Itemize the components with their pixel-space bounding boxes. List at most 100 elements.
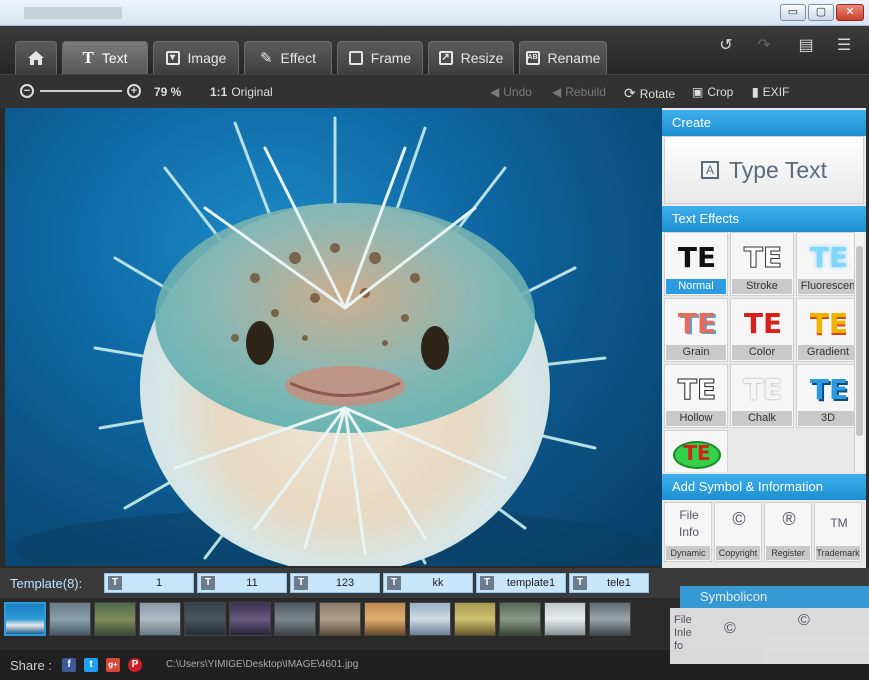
thumbnail[interactable] <box>229 602 271 636</box>
template-item[interactable]: T tele1 <box>569 573 649 593</box>
undo-arrow-icon[interactable]: ↺ <box>708 32 744 60</box>
create-section-header: Create <box>662 110 866 136</box>
share-label: Share : <box>10 658 52 673</box>
facebook-icon[interactable]: f <box>62 658 76 672</box>
effects-scrollbar[interactable] <box>854 232 864 472</box>
rotate-icon: ⟳ <box>624 85 636 101</box>
type-text-icon: A <box>700 161 719 179</box>
tab-image[interactable]: ▾ Image <box>153 41 239 74</box>
feedback-icon[interactable]: ▤ <box>788 32 824 60</box>
thumbnail[interactable] <box>139 602 181 636</box>
file-path: C:\Users\YIMIGE\Desktop\IMAGE\4601.jpg <box>166 659 359 670</box>
registered-icon: ® <box>782 509 796 529</box>
effect-preview: TE <box>743 373 783 406</box>
frame-icon <box>348 51 363 65</box>
effect-stroke[interactable]: TE Stroke <box>730 232 794 296</box>
effect-grain[interactable]: TE Grain <box>664 298 728 362</box>
symbol-trademark[interactable]: TM Trademark <box>814 502 862 562</box>
exif-button[interactable]: ▮ EXIF <box>752 85 789 99</box>
template-text-icon: T <box>108 576 122 590</box>
symbol-copyright[interactable]: © Copyright <box>714 502 762 562</box>
thumbnail[interactable] <box>94 602 136 636</box>
rebuild-icon: ◀ <box>552 85 562 99</box>
google-plus-icon[interactable]: g+ <box>106 658 120 672</box>
template-text-icon: T <box>294 576 308 590</box>
thumbnail[interactable] <box>184 602 226 636</box>
effect-color[interactable]: TE Color <box>730 298 794 362</box>
thumbnail[interactable] <box>274 602 316 636</box>
template-item[interactable]: T kk <box>383 573 473 593</box>
tab-frame[interactable]: Frame <box>337 41 423 74</box>
scrollbar-thumb[interactable] <box>856 246 863 436</box>
tab-home[interactable] <box>15 41 57 74</box>
effect-icon: ✎ <box>259 50 273 67</box>
effect-gradient[interactable]: TE Gradient <box>796 298 860 362</box>
thumbnail[interactable] <box>4 602 46 636</box>
effect-3d[interactable]: TE 3D <box>796 364 860 428</box>
zoom-out-icon[interactable]: − <box>20 84 34 98</box>
symbol-register[interactable]: ® Register <box>764 502 812 562</box>
thumbnail[interactable] <box>454 602 496 636</box>
side-panel: Create A Type Text Text Effects TE Norma… <box>662 108 866 568</box>
zoom-level: 79 % <box>154 85 182 99</box>
pufferfish-photo <box>15 116 655 566</box>
effect-badge[interactable]: TE <box>664 430 728 472</box>
template-item[interactable]: T 123 <box>290 573 380 593</box>
thumbnail[interactable] <box>364 602 406 636</box>
thumbnail[interactable] <box>409 602 451 636</box>
template-text-icon: T <box>573 576 587 590</box>
undo-icon: ◀ <box>490 85 500 99</box>
ghost-body <box>670 608 869 664</box>
effect-normal[interactable]: TE Normal <box>664 232 728 296</box>
image-canvas[interactable] <box>5 108 662 566</box>
effect-preview: TE <box>809 307 849 340</box>
thumbnail[interactable] <box>499 602 541 636</box>
zoom-in-icon[interactable]: + <box>127 84 141 98</box>
template-count-label: Template(8): <box>10 576 83 591</box>
effect-hollow[interactable]: TE Hollow <box>664 364 728 428</box>
twitter-icon[interactable]: t <box>84 658 98 672</box>
home-icon <box>28 51 44 65</box>
ghost-header: Symbolicon <box>680 586 869 608</box>
template-item[interactable]: T template1 <box>476 573 566 593</box>
tab-resize[interactable]: ↗ Resize <box>428 41 514 74</box>
rebuild-button[interactable]: ◀ Rebuild <box>552 85 606 99</box>
ghost-copyright-icon-2: © <box>798 612 810 629</box>
original-size-button[interactable]: 1:1 Original <box>210 85 273 99</box>
crop-button[interactable]: ▣ Crop <box>692 85 733 99</box>
template-item[interactable]: T 11 <box>197 573 287 593</box>
text-icon: T <box>82 48 94 67</box>
app-title-blurred <box>24 7 122 19</box>
thumbnail[interactable] <box>544 602 586 636</box>
undo-button[interactable]: ◀ Undo <box>490 85 532 99</box>
thumbnail[interactable] <box>319 602 361 636</box>
template-item[interactable]: T 1 <box>104 573 194 593</box>
tab-rename[interactable]: AB Rename <box>519 41 607 74</box>
redo-arrow-icon[interactable]: ↷ <box>746 32 782 60</box>
type-text-button[interactable]: A Type Text <box>664 136 864 204</box>
symbol-section-header: Add Symbol & Information <box>662 474 866 500</box>
close-button[interactable]: ✕ <box>836 4 864 21</box>
tab-effect[interactable]: ✎ Effect <box>244 41 332 74</box>
image-icon: ▾ <box>165 51 180 65</box>
minimize-button[interactable]: ▭ <box>780 4 806 21</box>
effect-preview: TE <box>677 307 717 340</box>
template-text-icon: T <box>480 576 494 590</box>
zoom-slider[interactable] <box>40 90 122 92</box>
thumbnail[interactable] <box>49 602 91 636</box>
effect-preview: TE <box>677 373 717 407</box>
effect-fluorescent[interactable]: TE Fluorescen <box>796 232 860 296</box>
effect-preview: TE <box>743 307 783 340</box>
pinterest-icon[interactable]: P <box>128 658 142 672</box>
effect-preview: TE <box>683 441 711 465</box>
symbol-file-info[interactable]: File Info Dynamic <box>664 502 712 562</box>
ghost-file-info: File Inle fo <box>674 614 692 652</box>
thumbnail[interactable] <box>589 602 631 636</box>
template-text-icon: T <box>387 576 401 590</box>
rotate-button[interactable]: ⟳ Rotate <box>624 85 675 102</box>
image-toolbar: − + 79 % 1:1 Original ◀ Undo ◀ Rebuild ⟳… <box>0 74 869 108</box>
maximize-button[interactable]: ▢ <box>808 4 834 21</box>
effect-chalk[interactable]: TE Chalk <box>730 364 794 428</box>
tab-text[interactable]: T Text <box>62 41 148 74</box>
menu-icon[interactable]: ☰ <box>826 32 862 60</box>
